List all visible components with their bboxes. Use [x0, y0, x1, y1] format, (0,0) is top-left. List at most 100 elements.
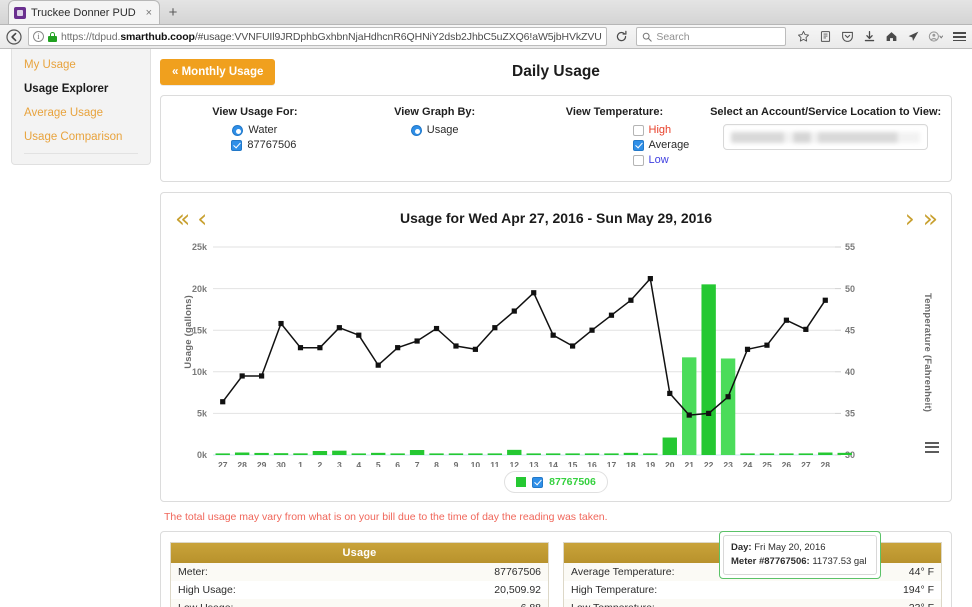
- usage-summary-table: Usage Meter:87767506High Usage:20,509.92…: [170, 542, 549, 607]
- view-temperature-group: View Temperature: High Average Low: [525, 106, 705, 169]
- account-select-input[interactable]: [723, 124, 928, 150]
- svg-text:50: 50: [845, 284, 855, 294]
- checkbox-temp-high[interactable]: High: [525, 124, 705, 136]
- checkbox-low-label: Low: [649, 154, 669, 166]
- svg-text:5k: 5k: [197, 409, 208, 419]
- radio-usage-icon[interactable]: [411, 125, 422, 136]
- library-icon[interactable]: [818, 29, 833, 44]
- svg-text:11: 11: [490, 460, 499, 467]
- radio-water[interactable]: Water: [165, 124, 345, 136]
- table-row: Low Usage:6.88: [171, 599, 548, 607]
- view-usage-for-title: View Usage For:: [165, 106, 345, 118]
- download-icon[interactable]: [862, 29, 877, 44]
- svg-text:15k: 15k: [192, 326, 208, 336]
- svg-text:19: 19: [646, 460, 656, 467]
- svg-text:9: 9: [454, 460, 459, 467]
- checkbox-low-icon[interactable]: [633, 155, 644, 166]
- browser-tab[interactable]: Truckee Donner PUD SmartH ×: [8, 0, 160, 24]
- svg-text:30: 30: [845, 450, 855, 460]
- page-content: My Usage Usage Explorer Average Usage Us…: [0, 49, 972, 607]
- chart-menu-icon[interactable]: [925, 442, 939, 456]
- checkbox-high-icon[interactable]: [633, 125, 644, 136]
- next-page-chevron-icon[interactable]: ›: [901, 206, 919, 231]
- last-page-chevron-icon[interactable]: »: [919, 206, 941, 231]
- back-arrow-icon[interactable]: [6, 28, 22, 46]
- checkbox-temp-low[interactable]: Low: [525, 154, 705, 166]
- browser-menu-icon[interactable]: [949, 32, 966, 41]
- page-header: « Monthly Usage Daily Usage: [160, 57, 952, 87]
- sidebar-item-average-usage[interactable]: Average Usage: [12, 101, 150, 125]
- reload-icon[interactable]: [613, 27, 631, 47]
- table-row-key: Low Temperature:: [571, 602, 909, 607]
- checkbox-average-icon[interactable]: [633, 140, 644, 151]
- table-row-value: 194° F: [903, 584, 934, 596]
- svg-text:25: 25: [762, 460, 772, 467]
- view-graph-by-group: View Graph By: Usage: [345, 106, 525, 169]
- svg-text:35: 35: [845, 409, 855, 419]
- usage-temperature-chart[interactable]: 0k5k10k15k20k25k303540455055272829301234…: [171, 235, 881, 467]
- search-placeholder: Search: [656, 31, 689, 43]
- svg-text:30: 30: [276, 460, 286, 467]
- radio-water-icon[interactable]: [232, 125, 243, 136]
- radio-usage-label: Usage: [427, 124, 459, 136]
- svg-text:13: 13: [529, 460, 539, 467]
- table-row: High Usage:20,509.92: [171, 581, 548, 599]
- first-page-chevron-icon[interactable]: «: [171, 206, 193, 231]
- table-row: Low Temperature:23° F: [564, 599, 941, 607]
- url-domain: smarthub.coop: [120, 31, 195, 43]
- radio-usage[interactable]: Usage: [345, 124, 525, 136]
- svg-text:27: 27: [218, 460, 228, 467]
- favicon-icon: [14, 7, 26, 19]
- account-select-value: [731, 132, 920, 143]
- sidebar-item-usage-explorer[interactable]: Usage Explorer: [12, 77, 150, 101]
- legend-item-87767506[interactable]: 87767506: [504, 471, 608, 493]
- chart-tooltip: Day: Fri May 20, 2016 Meter #87767506: 1…: [719, 531, 881, 579]
- usage-disclaimer: The total usage may vary from what is on…: [164, 511, 952, 523]
- monthly-usage-button[interactable]: « Monthly Usage: [160, 59, 275, 85]
- browser-window: Truckee Donner PUD SmartH × + i https://…: [0, 0, 972, 607]
- checkbox-average-label: Average: [649, 139, 690, 151]
- legend-checkbox-icon[interactable]: [532, 477, 543, 488]
- lock-icon: [48, 32, 57, 42]
- checkbox-temp-average[interactable]: Average: [525, 139, 705, 151]
- svg-text:6: 6: [395, 460, 400, 467]
- page-info-icon[interactable]: i: [33, 31, 44, 42]
- svg-text:22: 22: [704, 460, 714, 467]
- tooltip-meter-key: Meter #87767506:: [731, 556, 810, 567]
- search-bar[interactable]: Search: [636, 27, 786, 46]
- svg-text:17: 17: [607, 460, 617, 467]
- svg-text:1: 1: [298, 460, 303, 467]
- svg-text:10: 10: [471, 460, 481, 467]
- svg-text:7: 7: [415, 460, 420, 467]
- url-scheme: https://tdpud.: [61, 31, 120, 43]
- address-bar[interactable]: i https://tdpud.smarthub.coop/#usage:VVN…: [28, 27, 607, 46]
- y-axis-label-right: Temperature (Fahrenheit): [922, 293, 933, 412]
- svg-text:14: 14: [548, 460, 558, 467]
- svg-text:23: 23: [723, 460, 733, 467]
- view-temperature-title: View Temperature:: [525, 106, 705, 118]
- account-icon[interactable]: [928, 29, 943, 44]
- prev-page-chevron-icon[interactable]: ‹: [193, 206, 211, 231]
- tab-title: Truckee Donner PUD SmartH: [31, 7, 139, 19]
- sidebar-item-my-usage[interactable]: My Usage: [12, 53, 150, 77]
- checkbox-meter-87767506[interactable]: 87767506: [165, 139, 345, 151]
- svg-text:5: 5: [376, 460, 381, 467]
- sidebar-item-usage-comparison[interactable]: Usage Comparison: [12, 125, 150, 149]
- send-tab-icon[interactable]: [906, 29, 921, 44]
- bookmark-star-icon[interactable]: [796, 29, 811, 44]
- svg-text:12: 12: [510, 460, 520, 467]
- svg-text:0k: 0k: [197, 450, 208, 460]
- tooltip-day-line: Day: Fri May 20, 2016: [731, 541, 869, 555]
- close-icon[interactable]: ×: [144, 7, 154, 19]
- table-row-value: 44° F: [909, 566, 934, 578]
- url-text: https://tdpud.smarthub.coop/#usage:VVNFU…: [61, 31, 602, 43]
- checkbox-meter-label: 87767506: [247, 139, 296, 151]
- checkbox-meter-icon[interactable]: [231, 140, 242, 151]
- table-row-value: 6.88: [521, 602, 541, 607]
- search-icon: [642, 32, 652, 42]
- new-tab-button[interactable]: +: [160, 0, 186, 24]
- sidebar-divider: [24, 153, 138, 154]
- pocket-icon[interactable]: [840, 29, 855, 44]
- home-icon[interactable]: [884, 29, 899, 44]
- table-row-key: High Temperature:: [571, 584, 903, 596]
